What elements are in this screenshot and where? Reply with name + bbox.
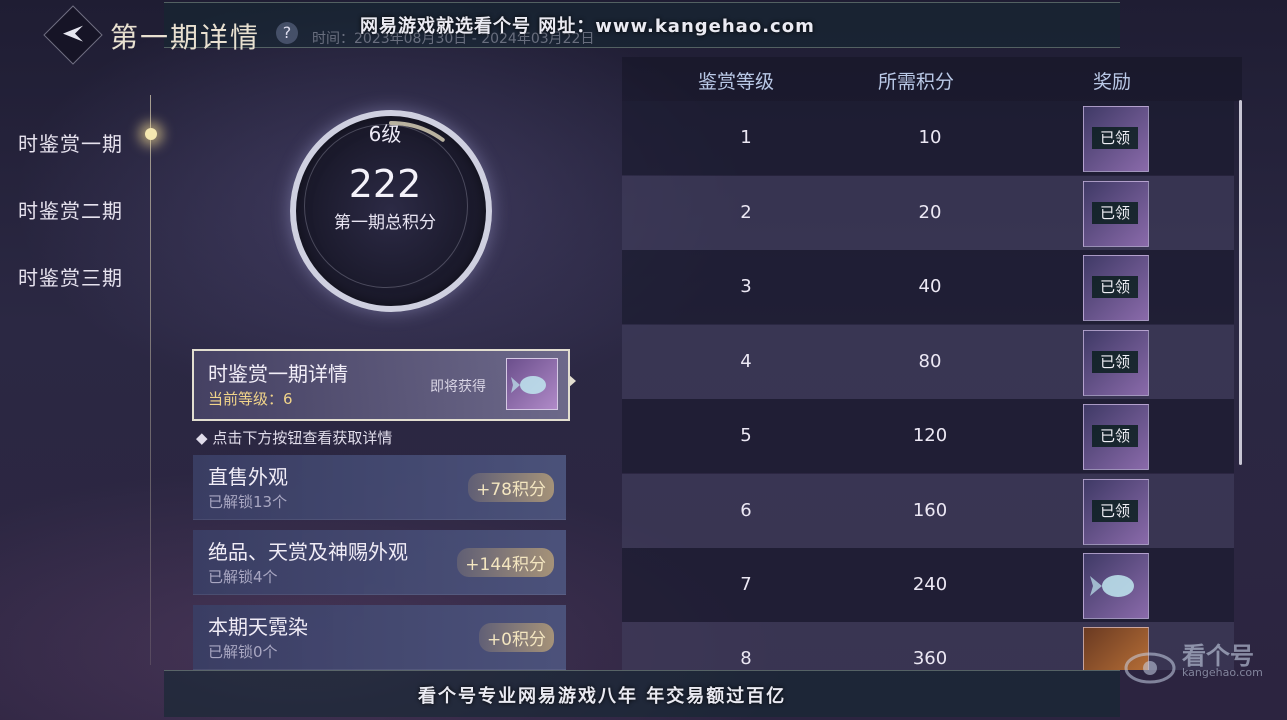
nav-divider [150, 95, 151, 665]
row-level: 7 [740, 574, 752, 595]
reward-item[interactable]: 已领 [1083, 181, 1149, 247]
row-points: 160 [912, 500, 948, 521]
column-header-level: 鉴赏等级 [698, 71, 775, 93]
level-label: 6级 [368, 122, 402, 146]
row-points: 10 [918, 127, 942, 148]
claimed-badge: 已领 [1092, 127, 1138, 149]
column-header-reward: 奖励 [1093, 71, 1132, 93]
row-level: 5 [740, 425, 752, 446]
back-arrow-icon [63, 25, 83, 42]
table-row: 4 80 已领 [622, 325, 1234, 399]
category-card[interactable]: 绝品、天赏及神赐外观 已解锁4个 +144积分 [193, 530, 566, 595]
table-row: 3 40 已领 [622, 250, 1234, 324]
row-points: 360 [912, 648, 948, 669]
claimed-badge: 已领 [1092, 351, 1138, 373]
category-unlocked: 已解锁13个 [208, 493, 288, 511]
column-header-points: 所需积分 [878, 71, 955, 93]
row-points: 20 [918, 202, 942, 223]
sidebar-item-period-1[interactable]: 时鉴赏一期 [18, 128, 123, 157]
fish-icon [1090, 575, 1134, 597]
reward-item[interactable]: 已领 [1083, 479, 1149, 545]
category-points: +78积分 [468, 473, 554, 502]
claimed-badge: 已领 [1092, 202, 1138, 224]
category-title: 绝品、天赏及神赐外观 [208, 540, 408, 564]
detail-title: 时鉴赏一期详情 [208, 362, 348, 386]
category-unlocked: 已解锁0个 [208, 643, 278, 661]
category-unlocked: 已解锁4个 [208, 568, 278, 586]
row-level: 1 [740, 127, 752, 148]
eye-logo-icon [1124, 652, 1176, 684]
score-label: 第一期总积分 [334, 213, 436, 233]
reward-item[interactable]: 已领 [1083, 106, 1149, 172]
claimed-badge: 已领 [1092, 276, 1138, 298]
reward-item[interactable] [1083, 553, 1149, 619]
table-row: 6 160 已领 [622, 474, 1234, 548]
top-watermark-text: 网易游戏就选看个号 网址：www.kangehao.com [360, 16, 815, 37]
row-points: 120 [912, 425, 948, 446]
page-title: 第一期详情 [110, 21, 261, 54]
table-row: 5 120 已领 [622, 399, 1234, 473]
table-row: 7 240 [622, 548, 1234, 622]
sidebar-item-period-2[interactable]: 时鉴赏二期 [18, 195, 123, 224]
table-scrollbar[interactable] [1239, 100, 1242, 465]
category-title: 直售外观 [208, 465, 288, 489]
obtain-label: 即将获得 [430, 379, 486, 395]
bottom-watermark-text: 看个号专业网易游戏八年 年交易额过百亿 [418, 686, 787, 707]
category-card[interactable]: 直售外观 已解锁13个 +78积分 [193, 455, 566, 520]
row-level: 2 [740, 202, 752, 223]
row-level: 8 [740, 648, 752, 669]
fish-icon [511, 376, 546, 394]
row-level: 3 [740, 276, 752, 297]
category-title: 本期天霓染 [208, 615, 308, 639]
row-points: 240 [912, 574, 948, 595]
help-icon[interactable]: ? [276, 22, 298, 44]
claimed-badge: 已领 [1092, 425, 1138, 447]
reward-item[interactable]: 已领 [1083, 255, 1149, 321]
category-points: +144积分 [457, 548, 554, 577]
detail-arrow-icon [568, 374, 576, 388]
back-button[interactable] [43, 5, 103, 65]
table-row: 1 10 已领 [622, 101, 1234, 175]
upcoming-reward-thumb[interactable] [506, 358, 558, 410]
claimed-badge: 已领 [1092, 500, 1138, 522]
category-points: +0积分 [478, 623, 554, 652]
current-level: 当前等级：6 [208, 390, 293, 408]
row-level: 4 [740, 351, 752, 372]
reward-item[interactable]: 已领 [1083, 330, 1149, 396]
row-level: 6 [740, 500, 752, 521]
sidebar-item-period-3[interactable]: 时鉴赏三期 [18, 262, 123, 291]
nav-active-indicator [145, 128, 157, 140]
reward-item[interactable]: 已领 [1083, 404, 1149, 470]
hint-text: ◆ 点击下方按钮查看获取详情 [196, 429, 393, 447]
row-points: 40 [918, 276, 942, 297]
logo-sub-text: kangehao.com [1182, 666, 1263, 679]
row-points: 80 [918, 351, 942, 372]
score-value: 222 [348, 162, 422, 206]
hint-label: 点击下方按钮查看获取详情 [212, 429, 393, 447]
table-row: 2 20 已领 [622, 176, 1234, 250]
category-card[interactable]: 本期天霓染 已解锁0个 +0积分 [193, 605, 566, 670]
